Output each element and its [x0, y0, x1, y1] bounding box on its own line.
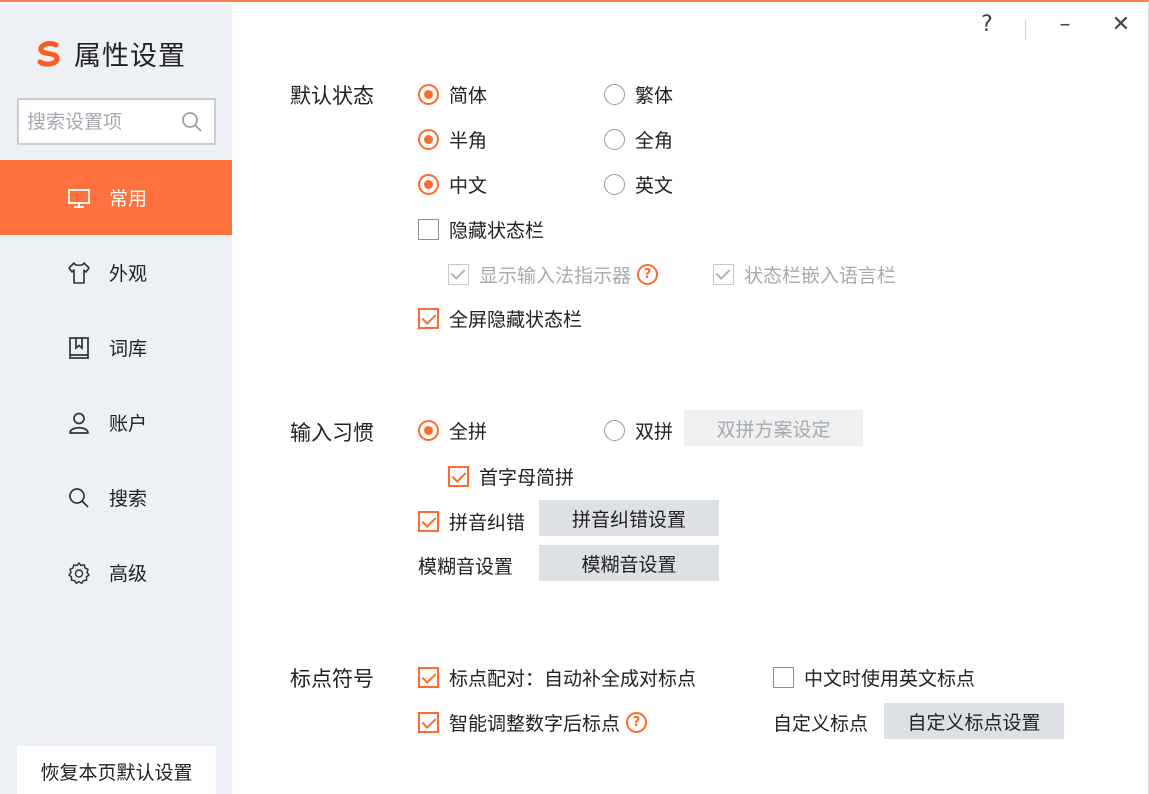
sidebar-nav: 常用 外观 词库 账户 搜索 高级	[0, 160, 232, 610]
fuzzy-sound-settings-button[interactable]: 模糊音设置	[539, 545, 719, 581]
smart-adjust-punct-label: 智能调整数字后标点	[449, 713, 621, 735]
show-indicator-label: 显示输入法指示器	[479, 265, 632, 287]
shirt-icon	[66, 260, 92, 286]
english-radio[interactable]: 英文	[604, 171, 673, 198]
fullscreen-hide-status-bar-label: 全屏隐藏状态栏	[449, 309, 583, 331]
traditional-label: 繁体	[635, 85, 674, 107]
fuzzy-sound-label: 模糊音设置	[418, 556, 514, 578]
sidebar-item-label: 词库	[109, 338, 148, 360]
pinyin-correction-settings-button[interactable]: 拼音纠错设置	[539, 500, 719, 536]
simplified-radio[interactable]: 简体	[418, 81, 487, 108]
embed-language-bar-label: 状态栏嵌入语言栏	[744, 265, 897, 287]
sidebar-item-search[interactable]: 搜索	[0, 460, 232, 535]
settings-search-input[interactable]	[27, 110, 177, 133]
close-button[interactable]: ✕	[1106, 12, 1136, 37]
monitor-icon	[66, 185, 92, 211]
smart-adjust-punct-checkbox[interactable]: 智能调整数字后标点 ?	[418, 709, 648, 736]
restore-defaults-button[interactable]: 恢复本页默认设置	[17, 746, 216, 794]
settings-window: 属性设置 常用 外观	[0, 0, 1149, 794]
sidebar: 属性设置 常用 外观	[0, 4, 232, 794]
checkbox-checked[interactable]	[418, 712, 439, 733]
full-pinyin-label: 全拼	[449, 421, 488, 443]
initial-abbrev-checkbox[interactable]: 首字母简拼	[448, 463, 574, 490]
help-button[interactable]: ?	[972, 12, 1002, 37]
sidebar-item-appearance[interactable]: 外观	[0, 235, 232, 310]
radio-selected[interactable]	[418, 420, 439, 441]
full-width-label: 全角	[635, 130, 674, 152]
pinyin-correction-label: 拼音纠错	[449, 512, 526, 534]
window-control-divider	[1025, 20, 1026, 40]
help-icon[interactable]: ?	[626, 712, 648, 733]
double-pinyin-radio[interactable]: 双拼	[604, 417, 673, 444]
search-icon[interactable]	[180, 110, 204, 134]
checkbox-unchecked[interactable]	[773, 667, 794, 688]
show-indicator-checkbox[interactable]: 显示输入法指示器 ?	[448, 261, 659, 288]
brand: 属性设置	[34, 34, 186, 73]
help-icon[interactable]: ?	[637, 264, 659, 285]
sidebar-item-label: 搜索	[109, 488, 148, 510]
sidebar-item-label: 外观	[109, 263, 148, 285]
punctuation-label: 标点符号	[290, 667, 374, 691]
sogou-logo-icon	[37, 40, 60, 67]
hide-status-bar-label: 隐藏状态栏	[449, 220, 545, 242]
auto-pair-punct-label: 标点配对：自动补全成对标点	[449, 668, 697, 690]
radio-selected[interactable]	[418, 84, 439, 105]
chinese-radio[interactable]: 中文	[418, 171, 487, 198]
english-label: 英文	[635, 175, 674, 197]
double-pinyin-label: 双拼	[635, 421, 674, 443]
sidebar-item-label: 常用	[109, 188, 148, 210]
english-punct-label: 中文时使用英文标点	[804, 668, 976, 690]
user-icon	[66, 410, 92, 436]
english-punct-checkbox[interactable]: 中文时使用英文标点	[773, 664, 975, 691]
double-pinyin-scheme-button[interactable]: 双拼方案设定	[684, 410, 863, 446]
full-pinyin-radio[interactable]: 全拼	[418, 417, 487, 444]
checkbox-disabled-checked[interactable]	[713, 264, 734, 285]
radio-unselected[interactable]	[604, 84, 625, 105]
search-icon	[66, 485, 92, 511]
radio-unselected[interactable]	[604, 174, 625, 195]
sidebar-item-common[interactable]: 常用	[0, 160, 232, 235]
sidebar-item-dictionary[interactable]: 词库	[0, 310, 232, 385]
radio-unselected[interactable]	[604, 129, 625, 150]
simplified-label: 简体	[449, 85, 488, 107]
hide-status-bar-checkbox[interactable]: 隐藏状态栏	[418, 216, 544, 243]
radio-selected[interactable]	[418, 174, 439, 195]
checkbox-checked[interactable]	[418, 308, 439, 329]
settings-search-box[interactable]	[17, 98, 216, 145]
radio-unselected[interactable]	[604, 420, 625, 441]
fullscreen-hide-status-bar-checkbox[interactable]: 全屏隐藏状态栏	[418, 305, 582, 332]
minimize-button[interactable]: –	[1050, 12, 1080, 37]
half-width-label: 半角	[449, 130, 488, 152]
auto-pair-punct-checkbox[interactable]: 标点配对：自动补全成对标点	[418, 664, 696, 691]
checkbox-unchecked[interactable]	[418, 219, 439, 240]
app-title: 属性设置	[74, 41, 186, 72]
input-habits-label: 输入习惯	[290, 421, 374, 445]
traditional-radio[interactable]: 繁体	[604, 81, 673, 108]
checkbox-disabled-checked[interactable]	[448, 264, 469, 285]
initial-abbrev-label: 首字母简拼	[479, 467, 575, 489]
checkbox-checked[interactable]	[448, 466, 469, 487]
custom-punct-label: 自定义标点	[773, 713, 869, 735]
sidebar-item-label: 账户	[109, 413, 148, 435]
half-width-radio[interactable]: 半角	[418, 126, 487, 153]
checkbox-checked[interactable]	[418, 511, 439, 532]
checkbox-checked[interactable]	[418, 667, 439, 688]
full-width-radio[interactable]: 全角	[604, 126, 673, 153]
default-state-label: 默认状态	[290, 84, 374, 108]
gear-icon	[66, 560, 92, 586]
pinyin-correction-checkbox[interactable]: 拼音纠错	[418, 508, 525, 535]
sidebar-item-label: 高级	[109, 563, 148, 585]
sidebar-item-account[interactable]: 账户	[0, 385, 232, 460]
sidebar-item-advanced[interactable]: 高级	[0, 535, 232, 610]
custom-punct-settings-button[interactable]: 自定义标点设置	[884, 703, 1064, 739]
bookmark-book-icon	[66, 335, 92, 361]
radio-selected[interactable]	[418, 129, 439, 150]
embed-language-bar-checkbox[interactable]: 状态栏嵌入语言栏	[713, 261, 896, 288]
chinese-label: 中文	[449, 175, 488, 197]
